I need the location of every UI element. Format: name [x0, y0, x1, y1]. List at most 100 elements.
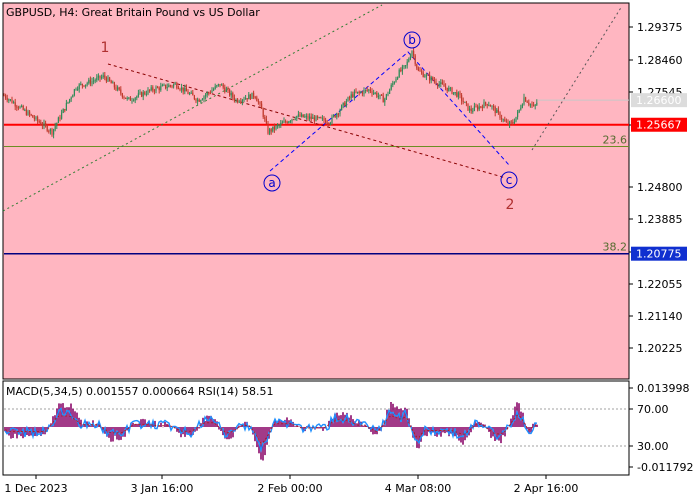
candle-body [69, 99, 70, 102]
candle-body [122, 94, 123, 98]
candle-body [173, 85, 174, 87]
candle-body [37, 117, 38, 121]
candle-body [466, 102, 467, 104]
wave-label-a: a [268, 176, 275, 190]
macd-bar [394, 407, 396, 427]
candle-body [215, 86, 216, 89]
candle-body [250, 95, 251, 100]
candle-body [355, 92, 356, 93]
time-tick-label: 1 Dec 2023 [4, 482, 67, 495]
candle-body [88, 80, 89, 83]
price-tick-label: 1.20225 [637, 342, 683, 355]
candle-body [416, 64, 417, 68]
candle-body [5, 95, 6, 98]
candle-body [229, 90, 230, 96]
time-axis: 1 Dec 20233 Jan 16:002 Feb 00:004 Mar 08… [4, 475, 578, 495]
candle-body [112, 83, 113, 84]
candle-body [499, 112, 500, 118]
candle-body [483, 102, 484, 108]
macd-bar [160, 423, 162, 427]
candle-body [354, 92, 355, 97]
macd-bar [206, 416, 208, 427]
candle-body [440, 82, 441, 84]
candle-body [144, 92, 145, 94]
candle-body [482, 107, 483, 108]
candle-body [135, 98, 136, 101]
candle-body [40, 122, 41, 124]
candle-body [301, 115, 302, 117]
candle-body [367, 90, 368, 91]
candle-body [485, 102, 486, 104]
candle-body [363, 90, 364, 94]
candle-body [48, 131, 49, 132]
macd-bar [136, 424, 138, 427]
candle-body [371, 91, 372, 93]
candle-body [136, 96, 137, 98]
candle-body [413, 51, 414, 56]
candle-body [267, 123, 268, 133]
candle-body [359, 92, 360, 93]
candle-body [7, 98, 8, 100]
candle-body [165, 85, 166, 88]
candle-body [199, 100, 200, 102]
candle-body [104, 75, 105, 77]
candle-body [434, 80, 435, 81]
candle-body [147, 90, 148, 94]
candle-body [159, 88, 160, 90]
candle-body [391, 85, 392, 90]
candle-body [535, 105, 536, 106]
macd-bar [372, 427, 374, 434]
candle-body [216, 85, 217, 86]
candle-body [162, 85, 163, 86]
candle-body [154, 90, 155, 91]
candle-body [472, 111, 473, 112]
candle-body [83, 85, 84, 86]
price-tick-label: 1.23885 [637, 213, 683, 226]
time-tick-label: 2 Apr 16:00 [514, 482, 579, 495]
macd-bar [318, 427, 320, 429]
candle-body [85, 85, 86, 87]
candle-body [467, 103, 468, 110]
candle-body [119, 88, 120, 90]
candle-body [163, 85, 164, 86]
candle-body [19, 107, 20, 109]
price-tick-label: 1.24800 [637, 181, 683, 194]
candle-body [307, 116, 308, 119]
candle-body [26, 110, 27, 115]
candle-body [39, 121, 40, 123]
candle-body [507, 122, 508, 124]
price-axis: 1.293751.284601.275451.266001.248001.238… [629, 21, 683, 355]
macd-bar [350, 415, 352, 427]
macd-bar [322, 427, 324, 431]
candle-body [123, 97, 124, 98]
candle-body [16, 107, 17, 108]
candle-body [463, 101, 464, 102]
candle-body [223, 85, 224, 88]
macd-bar [64, 408, 66, 427]
candle-body [66, 103, 67, 110]
candle-body [179, 89, 180, 90]
candle-body [491, 106, 492, 107]
candle-body [205, 95, 206, 96]
candle-body [320, 117, 321, 118]
candle-body [143, 92, 144, 96]
candle-body [303, 115, 304, 118]
time-tick-label: 3 Jan 16:00 [131, 482, 194, 495]
candle-body [327, 123, 328, 124]
candle-body [275, 126, 276, 130]
candle-body [264, 117, 265, 119]
chart-svg: 1.293751.284601.275451.266001.248001.238… [0, 0, 700, 500]
candle-body [117, 88, 118, 90]
wave-label-c: c [506, 173, 513, 187]
candle-body [157, 87, 158, 88]
candle-body [517, 112, 518, 117]
candle-body [63, 109, 64, 113]
candle-body [114, 83, 115, 88]
fib-38-2-label: 38.2 [603, 241, 628, 254]
candle-body [298, 114, 299, 116]
candle-body [175, 84, 176, 85]
candle-body [296, 116, 297, 119]
candle-body [80, 84, 81, 85]
candle-body [328, 123, 329, 124]
candle-body [338, 114, 339, 115]
